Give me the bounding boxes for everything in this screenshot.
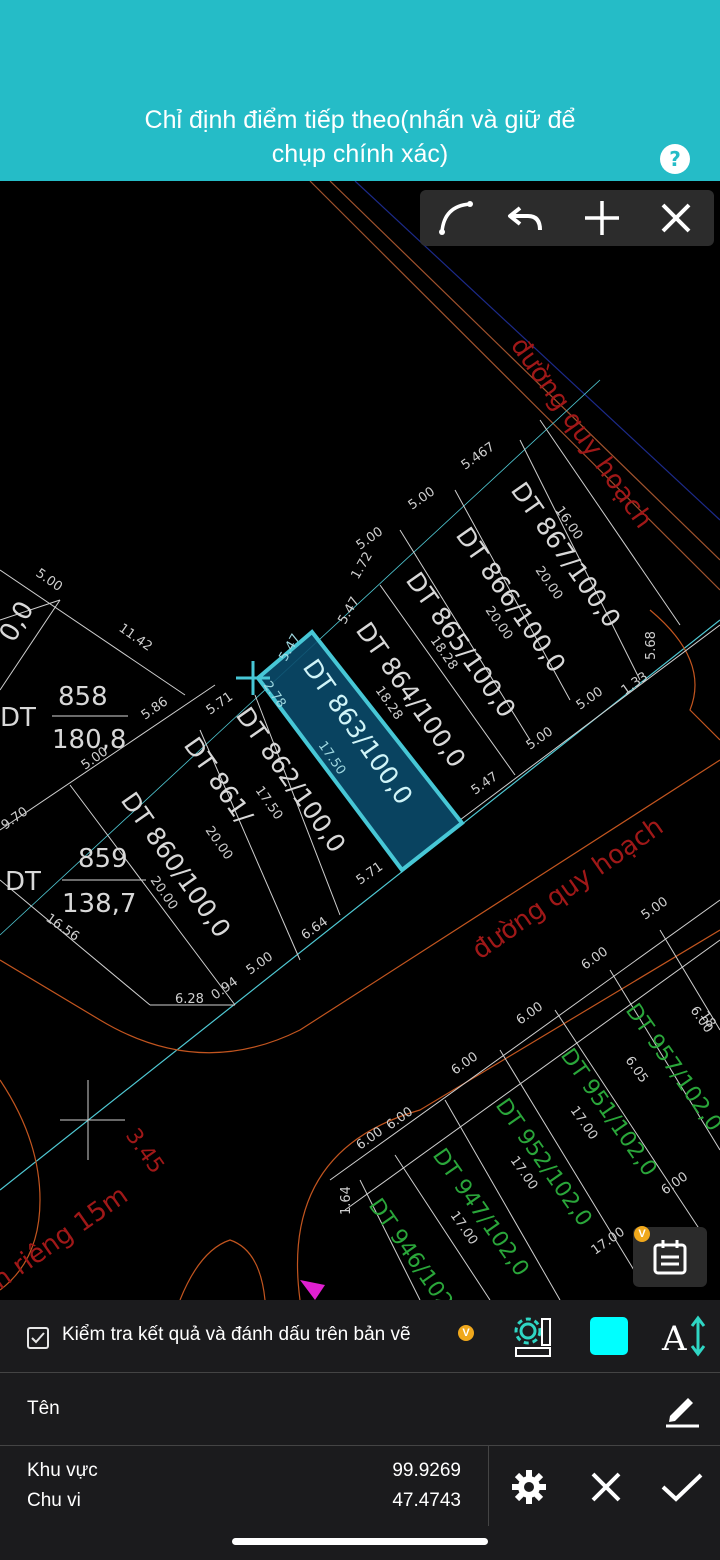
- close-toolbar-button[interactable]: [654, 196, 698, 240]
- dim-label: 6.28: [175, 992, 204, 1007]
- divider: [0, 1445, 720, 1446]
- dim-label: 5.00: [639, 894, 671, 923]
- close-icon: [591, 1472, 621, 1502]
- dim-label: 5.86: [139, 694, 171, 723]
- close-icon: [661, 203, 691, 233]
- dim-label: 5.71: [204, 689, 236, 718]
- arc-icon: [439, 201, 473, 235]
- gear-icon: [512, 1470, 546, 1504]
- parcel-area: 180,8: [52, 725, 126, 755]
- dim-label: 6.00: [354, 1124, 386, 1153]
- dim-label: 1.33: [619, 669, 651, 698]
- help-button[interactable]: ?: [660, 144, 690, 174]
- dim-label: 6.00: [579, 944, 611, 973]
- checkmark-icon: [31, 1332, 45, 1344]
- dim-label: 1.72: [348, 549, 375, 582]
- perimeter-value: 47.4743: [392, 1490, 461, 1511]
- dim-label: 5.00: [33, 566, 65, 595]
- cancel-button[interactable]: [584, 1465, 628, 1509]
- dim-label: 5.00: [574, 684, 606, 713]
- undo-button[interactable]: [504, 196, 548, 240]
- check-row: Kiểm tra kết quả và đánh dấu trên bản vẽ…: [0, 1300, 720, 1372]
- drawing-toolbar: [420, 190, 714, 246]
- color-swatch-button[interactable]: [590, 1317, 628, 1355]
- check-icon: [661, 1473, 703, 1502]
- perimeter-label: Chu vi: [27, 1490, 81, 1511]
- parcel-area: 138,7: [62, 889, 136, 919]
- confirm-button[interactable]: [660, 1465, 704, 1509]
- lot-label: DT 861/: [178, 732, 259, 830]
- premium-badge: V: [634, 1226, 650, 1242]
- dim-label: 9.70: [0, 804, 31, 833]
- area-value: 99.9269: [392, 1460, 461, 1481]
- dim-label: 6.05: [622, 1054, 651, 1086]
- dim-label: 6.00: [384, 1104, 416, 1133]
- dim-label: 5.00: [244, 949, 276, 978]
- dim-label: 6.00: [514, 999, 546, 1028]
- road-label: h riêng 15m: [0, 1180, 134, 1295]
- plus-icon: [585, 201, 619, 235]
- cad-drawing: DT 863/100,0 DT 864/100,0 DT 865/100,0 D…: [0, 181, 720, 1300]
- measurement-panel: Kiểm tra kết quả và đánh dấu trên bản vẽ…: [0, 1300, 720, 1560]
- parcel-number: 859: [78, 844, 128, 874]
- dim-label: 5.47: [469, 769, 501, 798]
- instruction-header: Chỉ định điểm tiếp theo(nhấn và giữ để c…: [0, 0, 720, 181]
- measure-settings-button[interactable]: [512, 1315, 556, 1359]
- partial-label: 0,0: [0, 596, 40, 647]
- dim-label: 20.00: [202, 824, 236, 863]
- road-label: đường quy hoạch: [467, 812, 669, 966]
- dim-label: 5.00: [524, 724, 556, 753]
- dim-label: 5.47: [335, 594, 362, 627]
- dim-label: 3.45: [120, 1124, 169, 1178]
- calendar-icon: [653, 1240, 687, 1275]
- pencil-icon: [666, 1398, 699, 1428]
- dim-label: 6.00: [659, 1169, 691, 1198]
- edit-name-button[interactable]: [662, 1388, 702, 1428]
- dim-label: 17.00: [589, 1225, 628, 1259]
- lot-label: DT 946/102,0: [363, 1194, 469, 1300]
- divider: [0, 1372, 720, 1373]
- text-size-icon: A: [661, 1315, 706, 1359]
- instruction-line-2: chụp chính xác): [271, 140, 449, 168]
- ruler-gear-icon: [514, 1317, 551, 1357]
- dim-label: 6.00: [449, 1049, 481, 1078]
- instruction-line-1: Chỉ định điểm tiếp theo(nhấn và giữ để: [144, 106, 576, 134]
- dim-label: 5.00: [406, 484, 438, 513]
- question-circle-icon: ?: [669, 147, 681, 171]
- parcel-prefix: DT: [0, 703, 36, 733]
- arc-button[interactable]: [434, 196, 478, 240]
- area-label: Khu vực: [27, 1460, 98, 1481]
- parcel-number: 858: [58, 682, 108, 712]
- add-point-button[interactable]: [580, 196, 624, 240]
- undo-icon: [508, 206, 542, 231]
- dim-label: 5.68: [644, 631, 659, 660]
- dim-label: 5.00: [354, 524, 386, 553]
- svg-text:A: A: [661, 1319, 687, 1358]
- dim-label: 1.64: [339, 1186, 354, 1215]
- premium-badge: V: [458, 1325, 474, 1341]
- home-indicator[interactable]: [232, 1538, 488, 1545]
- drawing-canvas[interactable]: DT 863/100,0 DT 864/100,0 DT 865/100,0 D…: [0, 181, 720, 1300]
- instruction-text: Chỉ định điểm tiếp theo(nhấn và giữ để c…: [80, 103, 640, 171]
- dim-label: 5.467: [459, 440, 498, 474]
- dim-label: 11.42: [116, 621, 155, 655]
- dim-label: 6.64: [299, 914, 331, 943]
- parcel-prefix: DT: [5, 867, 41, 897]
- dim-label: 5.71: [354, 859, 386, 888]
- dim-label: 0.94: [209, 974, 241, 1003]
- check-result-label: Kiểm tra kết quả và đánh dấu trên bản vẽ: [62, 1324, 411, 1345]
- name-label: Tên: [27, 1398, 60, 1419]
- text-size-button[interactable]: A: [660, 1314, 706, 1359]
- settings-button[interactable]: [507, 1465, 551, 1509]
- lot-label: DT 860/100,0: [115, 787, 236, 943]
- vertical-divider: [488, 1446, 489, 1526]
- check-result-checkbox[interactable]: [27, 1327, 49, 1349]
